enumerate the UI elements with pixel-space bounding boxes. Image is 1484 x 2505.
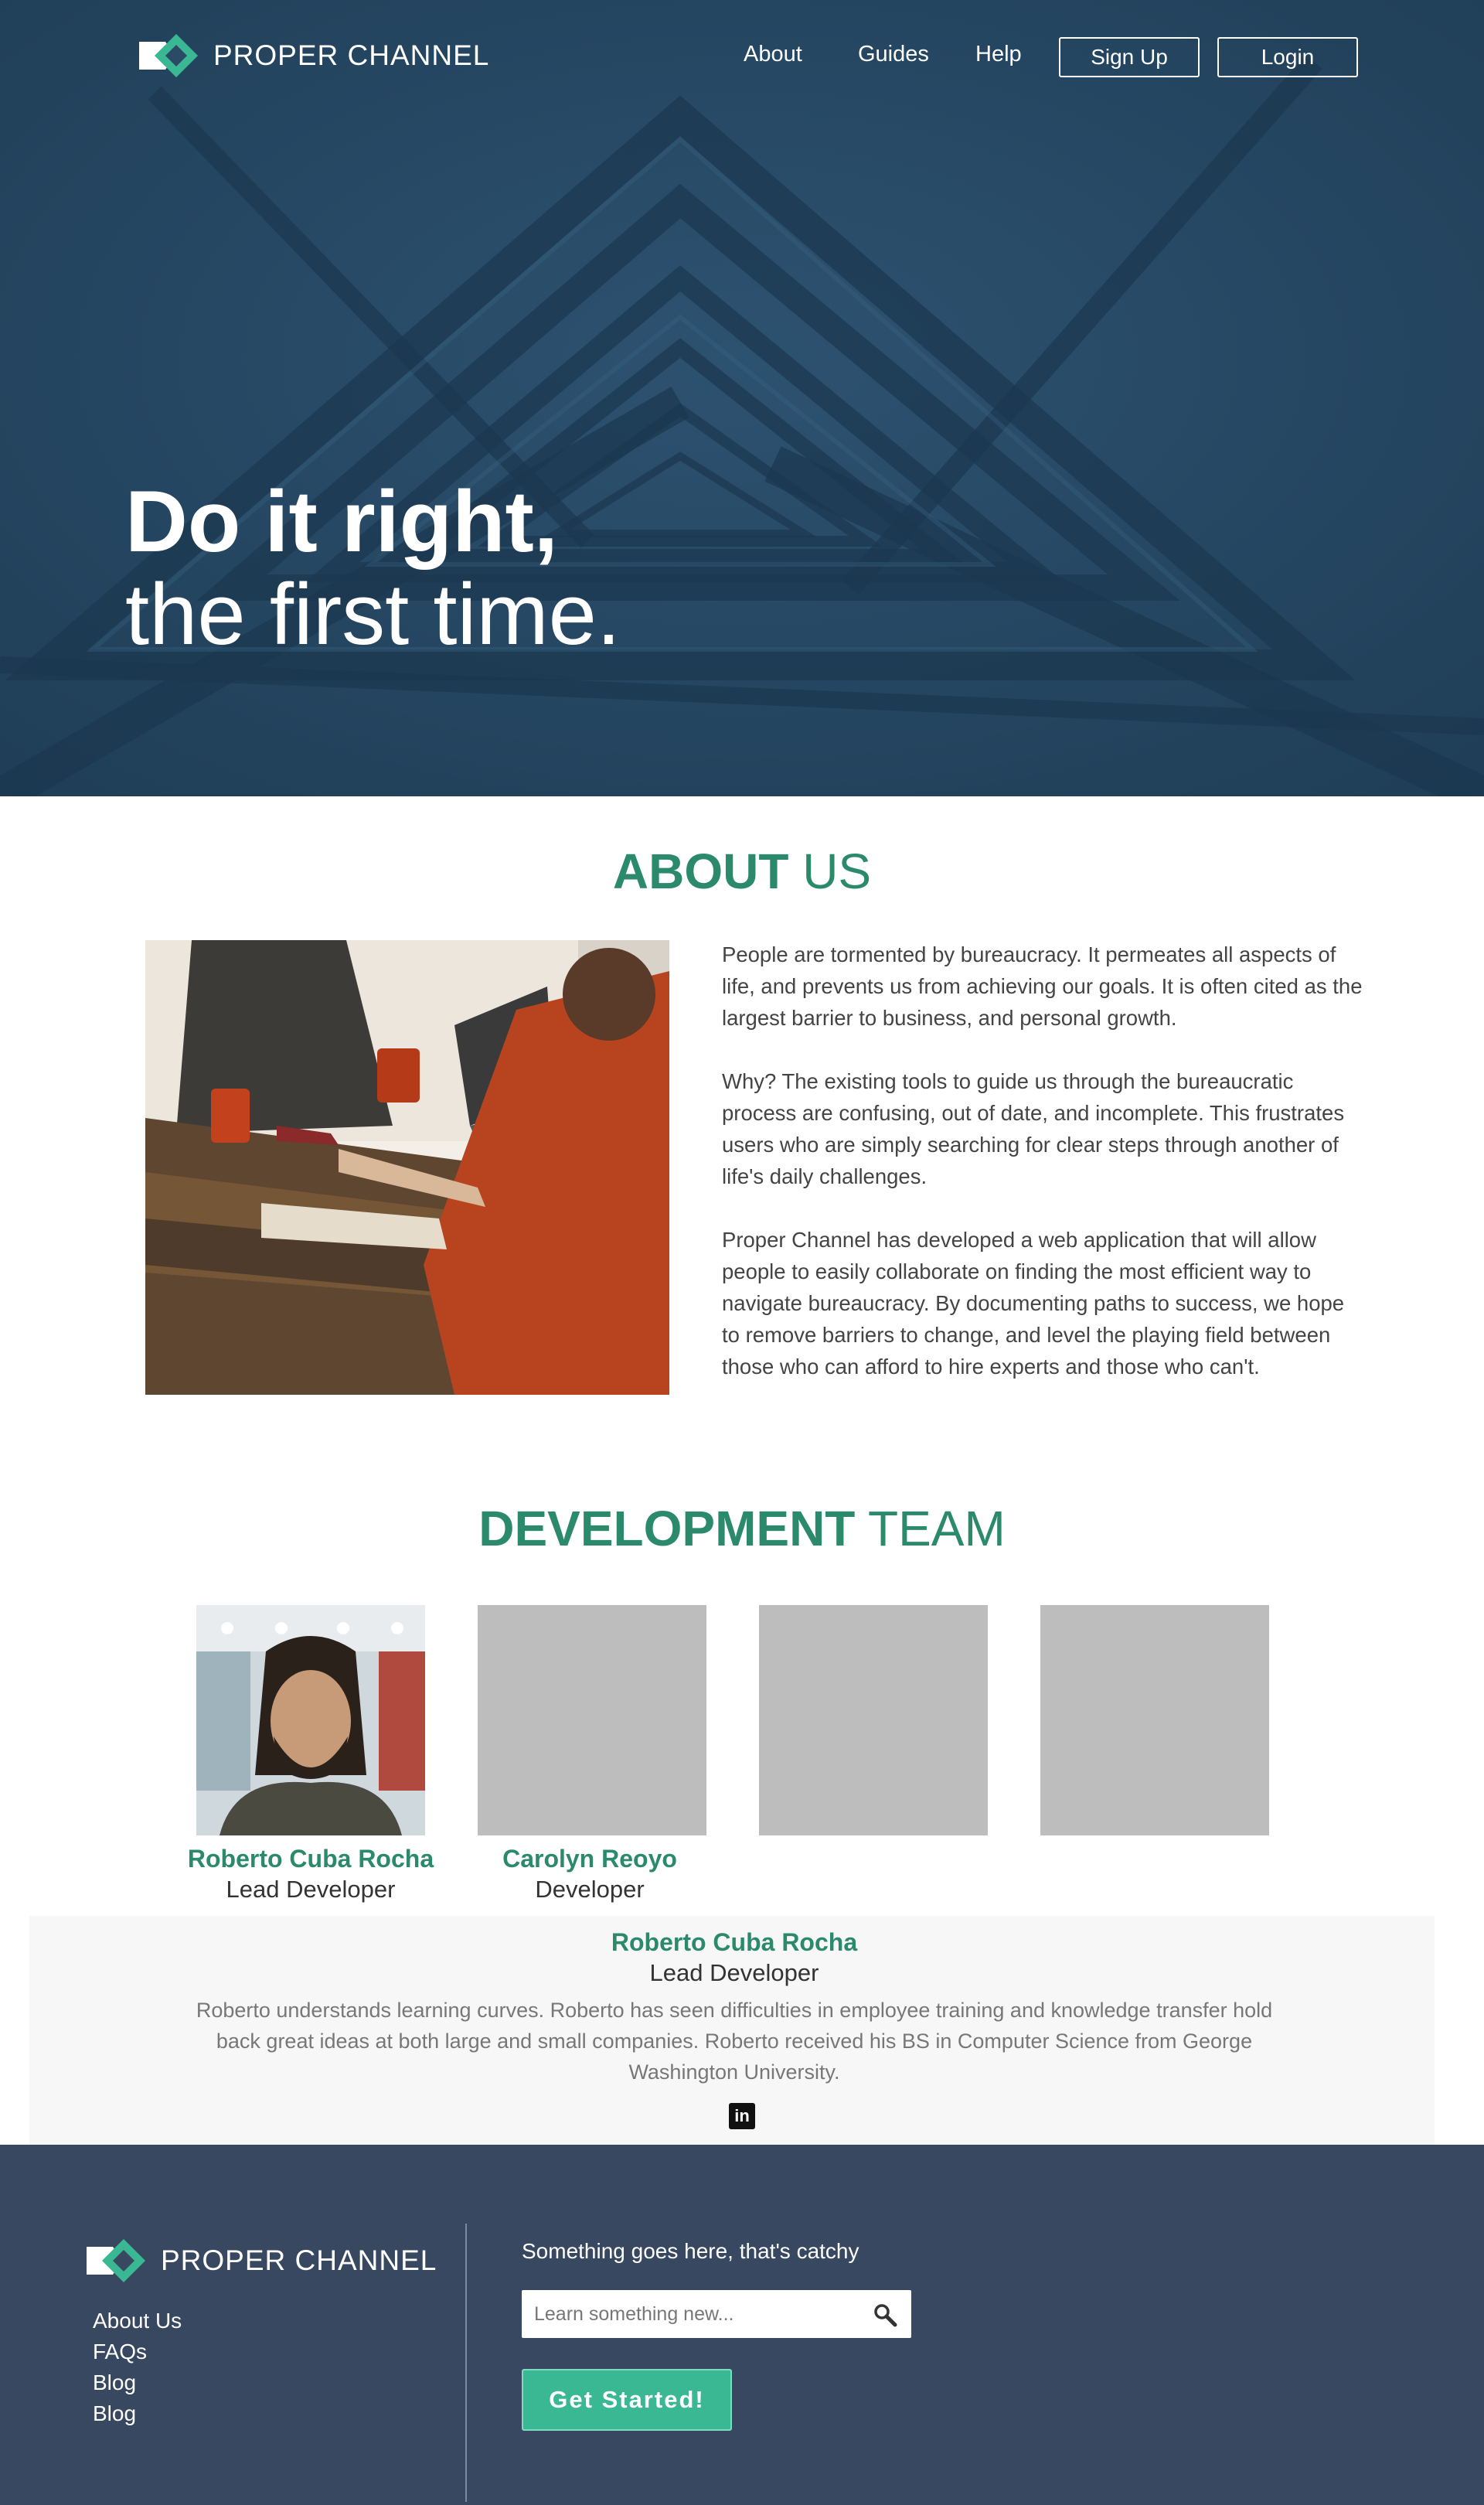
footer-tagline: Something goes here, that's catchy bbox=[522, 2239, 859, 2263]
footer-link-blog[interactable]: Blog bbox=[93, 2398, 182, 2429]
team-heading-light: TEAM bbox=[855, 1501, 1006, 1556]
footer-brand-logo[interactable]: PROPER CHANNEL bbox=[87, 2239, 437, 2282]
about-paragraph: Proper Channel has developed a web appli… bbox=[722, 1228, 1345, 1379]
footer-link-blog[interactable]: Blog bbox=[93, 2367, 182, 2398]
bio-member-name: Roberto Cuba Rocha bbox=[611, 1928, 858, 1956]
hero-section: PROPER CHANNEL About Guides Help Sign Up… bbox=[0, 0, 1484, 796]
bio-member-role: Lead Developer bbox=[649, 1959, 819, 1986]
footer-link-faqs[interactable]: FAQs bbox=[93, 2336, 182, 2367]
about-paragraph: People are tormented by bureaucracy. It … bbox=[722, 942, 1363, 1030]
team-member-photo-placeholder bbox=[1040, 1605, 1269, 1835]
footer-search-box bbox=[522, 2290, 911, 2338]
about-heading: ABOUT US bbox=[0, 843, 1484, 900]
footer-link-about-us[interactable]: About Us bbox=[93, 2306, 182, 2336]
login-button[interactable]: Login bbox=[1217, 37, 1358, 77]
footer-links: About Us FAQs Blog Blog bbox=[93, 2306, 182, 2429]
team-member-role: Developer bbox=[535, 1876, 645, 1903]
hero-background-image bbox=[0, 0, 1484, 796]
footer-divider bbox=[465, 2224, 467, 2502]
about-description: People are tormented by bureaucracy. It … bbox=[722, 939, 1363, 1414]
about-heading-bold: ABOUT bbox=[612, 844, 789, 899]
team-heading-bold: DEVELOPMENT bbox=[478, 1501, 856, 1556]
footer-search-input[interactable] bbox=[522, 2290, 854, 2338]
team-member-photo[interactable] bbox=[196, 1605, 425, 1835]
bio-description: Roberto understands learning curves. Rob… bbox=[196, 1999, 1273, 2084]
brand-name: PROPER CHANNEL bbox=[213, 39, 490, 71]
top-navbar: PROPER CHANNEL About Guides Help Sign Up… bbox=[0, 0, 1484, 116]
team-heading: DEVELOPMENT TEAM bbox=[0, 1500, 1484, 1557]
team-member-name[interactable]: Carolyn Reoyo bbox=[451, 1845, 729, 1873]
brand-logo[interactable]: PROPER CHANNEL bbox=[139, 34, 489, 77]
nav-link-guides[interactable]: Guides bbox=[858, 42, 929, 67]
proper-channel-logo-icon bbox=[139, 34, 198, 77]
search-icon[interactable] bbox=[873, 2302, 897, 2327]
team-member-card[interactable] bbox=[196, 1605, 425, 1835]
footer-brand-name: PROPER CHANNEL bbox=[161, 2244, 437, 2276]
get-started-button[interactable]: Get Started! bbox=[522, 2369, 732, 2431]
nav-link-help[interactable]: Help bbox=[975, 42, 1022, 67]
linkedin-icon[interactable]: in bbox=[729, 2103, 755, 2129]
hero-headline-line2: the first time. bbox=[125, 566, 621, 663]
sign-up-button[interactable]: Sign Up bbox=[1059, 37, 1200, 77]
about-paragraph: Why? The existing tools to guide us thro… bbox=[722, 1069, 1345, 1188]
about-heading-light: US bbox=[788, 844, 872, 899]
team-member-role: Lead Developer bbox=[226, 1876, 396, 1903]
team-member-photo-placeholder bbox=[759, 1605, 988, 1835]
about-team-photo bbox=[145, 940, 669, 1395]
proper-channel-logo-icon bbox=[87, 2239, 145, 2282]
nav-link-about[interactable]: About bbox=[744, 42, 802, 67]
team-member-photo-placeholder bbox=[478, 1605, 706, 1835]
hero-headline-line1: Do it right, bbox=[125, 473, 558, 570]
team-member-name[interactable]: Roberto Cuba Rocha bbox=[172, 1845, 450, 1873]
